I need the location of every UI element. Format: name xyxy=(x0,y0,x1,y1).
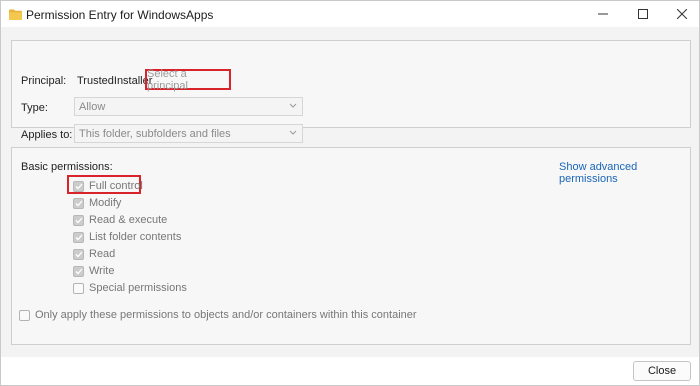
checkbox-checked[interactable] xyxy=(73,248,84,260)
applies-to-dropdown[interactable]: This folder, subfolders and files xyxy=(74,124,303,143)
checkbox-checked[interactable] xyxy=(73,231,84,243)
only-apply-label: Only apply these permissions to objects … xyxy=(35,309,417,321)
applies-to-dropdown-value: This folder, subfolders and files xyxy=(79,127,231,140)
permission-modify[interactable]: Modify xyxy=(73,196,121,210)
basic-permissions-header: Basic permissions: xyxy=(21,161,113,173)
type-label: Type: xyxy=(21,102,48,114)
checkbox-unchecked[interactable] xyxy=(19,309,30,321)
minimize-button[interactable] xyxy=(586,1,620,27)
permission-special[interactable]: Special permissions xyxy=(73,281,187,295)
applies-to-label: Applies to: xyxy=(21,129,73,141)
permission-full-control[interactable]: Full control xyxy=(73,179,143,193)
type-dropdown[interactable]: Allow xyxy=(74,97,303,116)
maximize-icon xyxy=(638,9,648,19)
select-principal-link[interactable]: Select a principal xyxy=(145,68,231,92)
checkbox-unchecked[interactable] xyxy=(73,282,84,294)
check-icon xyxy=(75,234,82,240)
maximize-button[interactable] xyxy=(626,1,660,27)
chevron-down-icon xyxy=(289,130,297,135)
permission-label: Read & execute xyxy=(89,214,168,226)
permission-read[interactable]: Read xyxy=(73,247,115,261)
checkbox-checked[interactable] xyxy=(73,180,84,192)
check-icon xyxy=(75,217,82,223)
checkbox-checked[interactable] xyxy=(73,214,84,226)
check-icon xyxy=(75,200,82,206)
show-advanced-permissions-link[interactable]: Show advanced permissions xyxy=(559,161,699,185)
dialog-footer: Close xyxy=(1,357,699,385)
principal-value: TrustedInstaller xyxy=(77,75,153,87)
permission-label: Modify xyxy=(89,197,122,209)
window-title: Permission Entry for WindowsApps xyxy=(26,8,214,22)
permission-list-folder-contents[interactable]: List folder contents xyxy=(73,230,181,244)
type-dropdown-value: Allow xyxy=(79,100,106,113)
title-bar: Permission Entry for WindowsApps xyxy=(1,1,699,27)
permission-label: Write xyxy=(89,265,115,277)
close-icon xyxy=(677,9,687,19)
close-window-button[interactable] xyxy=(665,1,699,27)
permission-read-execute[interactable]: Read & execute xyxy=(73,213,167,227)
chevron-down-icon xyxy=(289,103,297,108)
close-button[interactable]: Close xyxy=(633,361,691,381)
permission-label: Full control xyxy=(89,180,143,192)
permission-label: Special permissions xyxy=(89,282,187,294)
only-apply-option[interactable]: Only apply these permissions to objects … xyxy=(19,308,417,322)
checkbox-checked[interactable] xyxy=(73,265,84,277)
permission-entry-dialog: Permission Entry for WindowsApps Princip… xyxy=(0,0,700,386)
permission-label: List folder contents xyxy=(89,231,182,243)
check-icon xyxy=(75,251,82,257)
permission-label: Read xyxy=(89,248,116,260)
checkbox-checked[interactable] xyxy=(73,197,84,209)
folder-icon xyxy=(9,9,22,20)
check-icon xyxy=(75,268,82,274)
principal-label: Principal: xyxy=(21,75,67,87)
permission-write[interactable]: Write xyxy=(73,264,114,278)
minimize-icon xyxy=(598,13,608,15)
check-icon xyxy=(75,183,82,189)
